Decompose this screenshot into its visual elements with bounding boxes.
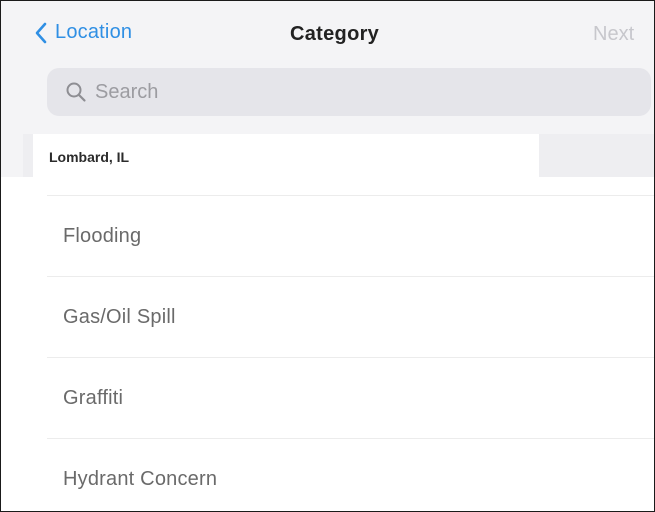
search-icon: [65, 81, 87, 103]
page-title: Category: [290, 23, 380, 45]
category-item-label: Gas/Oil Spill: [63, 305, 176, 328]
category-item-label: Flooding: [63, 224, 142, 247]
search-bar[interactable]: [47, 68, 651, 116]
search-input[interactable]: [95, 72, 635, 112]
category-list: Flooding Gas/Oil Spill Graffiti Hydrant …: [1, 177, 654, 511]
category-item-flooding[interactable]: Flooding: [47, 196, 654, 277]
app-window: Location Category Next Lombard, IL Flood…: [0, 0, 655, 512]
location-label: Lombard, IL: [49, 149, 130, 165]
category-item-graffiti[interactable]: Graffiti: [47, 358, 654, 439]
chevron-left-icon: [35, 22, 47, 44]
category-item-label: Graffiti: [63, 386, 124, 409]
list-divider: [47, 177, 654, 196]
navigation-bar: Location Category Next: [1, 1, 654, 69]
category-item-hydrant-concern[interactable]: Hydrant Concern: [47, 439, 654, 511]
category-item-label: Hydrant Concern: [63, 467, 218, 490]
next-button[interactable]: Next: [593, 23, 634, 46]
category-item-gas-oil-spill[interactable]: Gas/Oil Spill: [47, 277, 654, 358]
back-button-label: Location: [55, 21, 133, 43]
back-button[interactable]: Location: [35, 21, 132, 44]
